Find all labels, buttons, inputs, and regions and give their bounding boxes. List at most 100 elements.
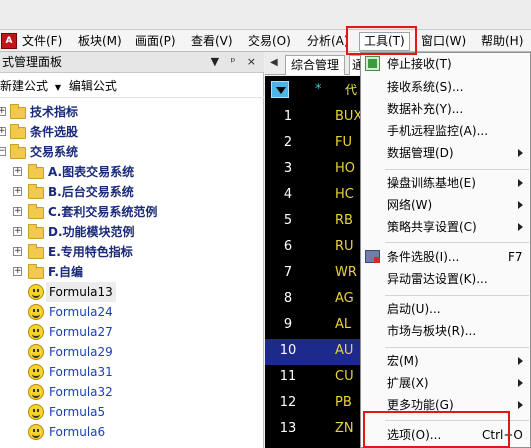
row-index: 12 bbox=[279, 395, 297, 410]
formula-item[interactable]: Formula6 bbox=[0, 422, 264, 442]
row-code: PB bbox=[335, 395, 352, 410]
formula-item[interactable]: Formula24 bbox=[0, 302, 264, 322]
new-formula-button[interactable]: 新建公式 bbox=[0, 79, 48, 93]
menu-label: 宏(M) bbox=[387, 354, 419, 368]
formula-icon bbox=[28, 344, 44, 360]
menu-label: 数据补充(Y)... bbox=[387, 102, 464, 116]
menu-separator bbox=[385, 242, 529, 243]
row-index: 7 bbox=[283, 265, 293, 280]
expand-icon[interactable]: + bbox=[13, 187, 22, 196]
stock-filter-icon bbox=[365, 250, 380, 263]
dropdown-arrow-icon[interactable]: ▼ bbox=[55, 83, 61, 92]
tree-item-technical[interactable]: + 技术指标 bbox=[0, 102, 264, 122]
submenu-arrow-icon bbox=[518, 149, 523, 157]
formula-item[interactable]: Formula32 bbox=[0, 382, 264, 402]
expand-icon[interactable]: + bbox=[13, 167, 22, 176]
expand-icon[interactable]: + bbox=[13, 247, 22, 256]
menu-trade[interactable]: 交易(O) bbox=[248, 33, 291, 50]
submenu-arrow-icon bbox=[518, 179, 523, 187]
menu-macro[interactable]: 宏(M) bbox=[361, 350, 530, 372]
formula-label: Formula29 bbox=[49, 345, 113, 359]
folder-icon bbox=[10, 104, 26, 119]
tree-item-custom[interactable]: + F.自编 bbox=[0, 262, 264, 282]
submenu-arrow-icon bbox=[518, 357, 523, 365]
menu-practice-base[interactable]: 操盘训练基地(E) bbox=[361, 172, 530, 194]
menu-stop-receive[interactable]: 停止接收(T) bbox=[361, 53, 530, 75]
folder-icon bbox=[28, 164, 44, 179]
column-selector-icon[interactable] bbox=[271, 81, 289, 98]
menu-help[interactable]: 帮助(H) bbox=[481, 33, 523, 50]
tab-scroll-left-icon[interactable]: ◀ bbox=[270, 57, 278, 68]
formula-item[interactable]: Formula27 bbox=[0, 322, 264, 342]
formula-item[interactable]: Formula13 bbox=[0, 282, 264, 302]
formula-icon bbox=[28, 384, 44, 400]
tab-overview[interactable]: 综合管理 bbox=[285, 55, 346, 75]
menu-label: 策略共享设置(C) bbox=[387, 220, 477, 234]
menu-data-supplement[interactable]: 数据补充(Y)... bbox=[361, 98, 530, 120]
expand-icon[interactable]: + bbox=[13, 207, 22, 216]
row-code: FU bbox=[335, 135, 352, 150]
submenu-arrow-icon bbox=[518, 401, 523, 409]
row-code: BUX bbox=[335, 109, 363, 124]
row-index: 11 bbox=[279, 369, 297, 384]
row-code: RU bbox=[335, 239, 354, 254]
tree-item-trading[interactable]: − 交易系统 bbox=[0, 142, 264, 162]
panel-controls[interactable]: ▼ ᵖ × bbox=[211, 55, 260, 69]
formula-item[interactable]: Formula29 bbox=[0, 342, 264, 362]
formula-item[interactable]: Formula31 bbox=[0, 362, 264, 382]
expand-icon[interactable]: + bbox=[0, 127, 6, 136]
menu-window[interactable]: 窗口(W) bbox=[421, 33, 466, 50]
edit-formula-button[interactable]: 编辑公式 bbox=[69, 79, 117, 93]
menu-data-management[interactable]: 数据管理(D) bbox=[361, 142, 530, 164]
menu-separator bbox=[385, 420, 529, 421]
submenu-arrow-icon bbox=[518, 201, 523, 209]
menu-file[interactable]: 文件(F) bbox=[22, 33, 62, 50]
menu-tools[interactable]: 工具(T) bbox=[359, 32, 410, 51]
folder-icon bbox=[28, 184, 44, 199]
row-code: WR bbox=[335, 265, 357, 280]
menu-view-frame[interactable]: 画面(P) bbox=[135, 33, 176, 50]
tree-item-chart-trading[interactable]: + A.图表交易系统 bbox=[0, 162, 264, 182]
tree-label: 条件选股 bbox=[30, 125, 79, 139]
menu-receive-system[interactable]: 接收系统(S)... bbox=[361, 76, 530, 98]
menu-market-sectors[interactable]: 市场与板块(R)... bbox=[361, 320, 530, 342]
menu-options[interactable]: 选项(O)... Ctrl+O bbox=[361, 424, 530, 446]
row-index: 10 bbox=[279, 343, 297, 358]
expand-icon[interactable]: + bbox=[13, 267, 22, 276]
tree-item-arbitrage[interactable]: + C.套利交易系统范例 bbox=[0, 202, 264, 222]
menu-strategy-share[interactable]: 策略共享设置(C) bbox=[361, 216, 530, 238]
menu-more-functions[interactable]: 更多功能(G) bbox=[361, 394, 530, 416]
menu-radar-settings[interactable]: 异动雷达设置(K)... bbox=[361, 268, 530, 290]
expand-icon[interactable]: + bbox=[0, 107, 6, 116]
row-index: 1 bbox=[283, 109, 293, 124]
formula-label: Formula27 bbox=[49, 325, 113, 339]
stop-receive-icon bbox=[365, 56, 380, 71]
submenu-arrow-icon bbox=[518, 379, 523, 387]
menu-view[interactable]: 查看(V) bbox=[191, 33, 233, 50]
submenu-arrow-icon bbox=[518, 223, 523, 231]
tree-item-filter[interactable]: + 条件选股 bbox=[0, 122, 264, 142]
menu-startup[interactable]: 启动(U)... bbox=[361, 298, 530, 320]
menu-remote-monitor[interactable]: 手机远程监控(A)... bbox=[361, 120, 530, 142]
menu-extension[interactable]: 扩展(X) bbox=[361, 372, 530, 394]
menu-label: 扩展(X) bbox=[387, 376, 429, 390]
menu-network[interactable]: 网络(W) bbox=[361, 194, 530, 216]
tree-item-special-indicator[interactable]: + E.专用特色指标 bbox=[0, 242, 264, 262]
row-code: AU bbox=[335, 343, 354, 358]
menu-stock-filter[interactable]: 条件选股(I)... F7 bbox=[361, 246, 530, 268]
formula-icon bbox=[28, 284, 44, 300]
menu-sector[interactable]: 板块(M) bbox=[78, 33, 122, 50]
row-index: 13 bbox=[279, 421, 297, 436]
expand-icon[interactable]: + bbox=[13, 227, 22, 236]
row-code: CU bbox=[335, 369, 354, 384]
formula-item[interactable]: Formula5 bbox=[0, 402, 264, 422]
collapse-icon[interactable]: − bbox=[0, 147, 6, 156]
menu-analysis[interactable]: 分析(A) bbox=[307, 33, 349, 50]
tree-item-backend-trading[interactable]: + B.后台交易系统 bbox=[0, 182, 264, 202]
tree-label: E.专用特色指标 bbox=[48, 245, 133, 259]
menu-label: 条件选股(I)... bbox=[387, 250, 460, 264]
formula-label: Formula24 bbox=[49, 305, 113, 319]
code-column-header[interactable]: 代 bbox=[345, 81, 357, 98]
row-index: 9 bbox=[283, 317, 293, 332]
tree-item-function-module[interactable]: + D.功能模块范例 bbox=[0, 222, 264, 242]
